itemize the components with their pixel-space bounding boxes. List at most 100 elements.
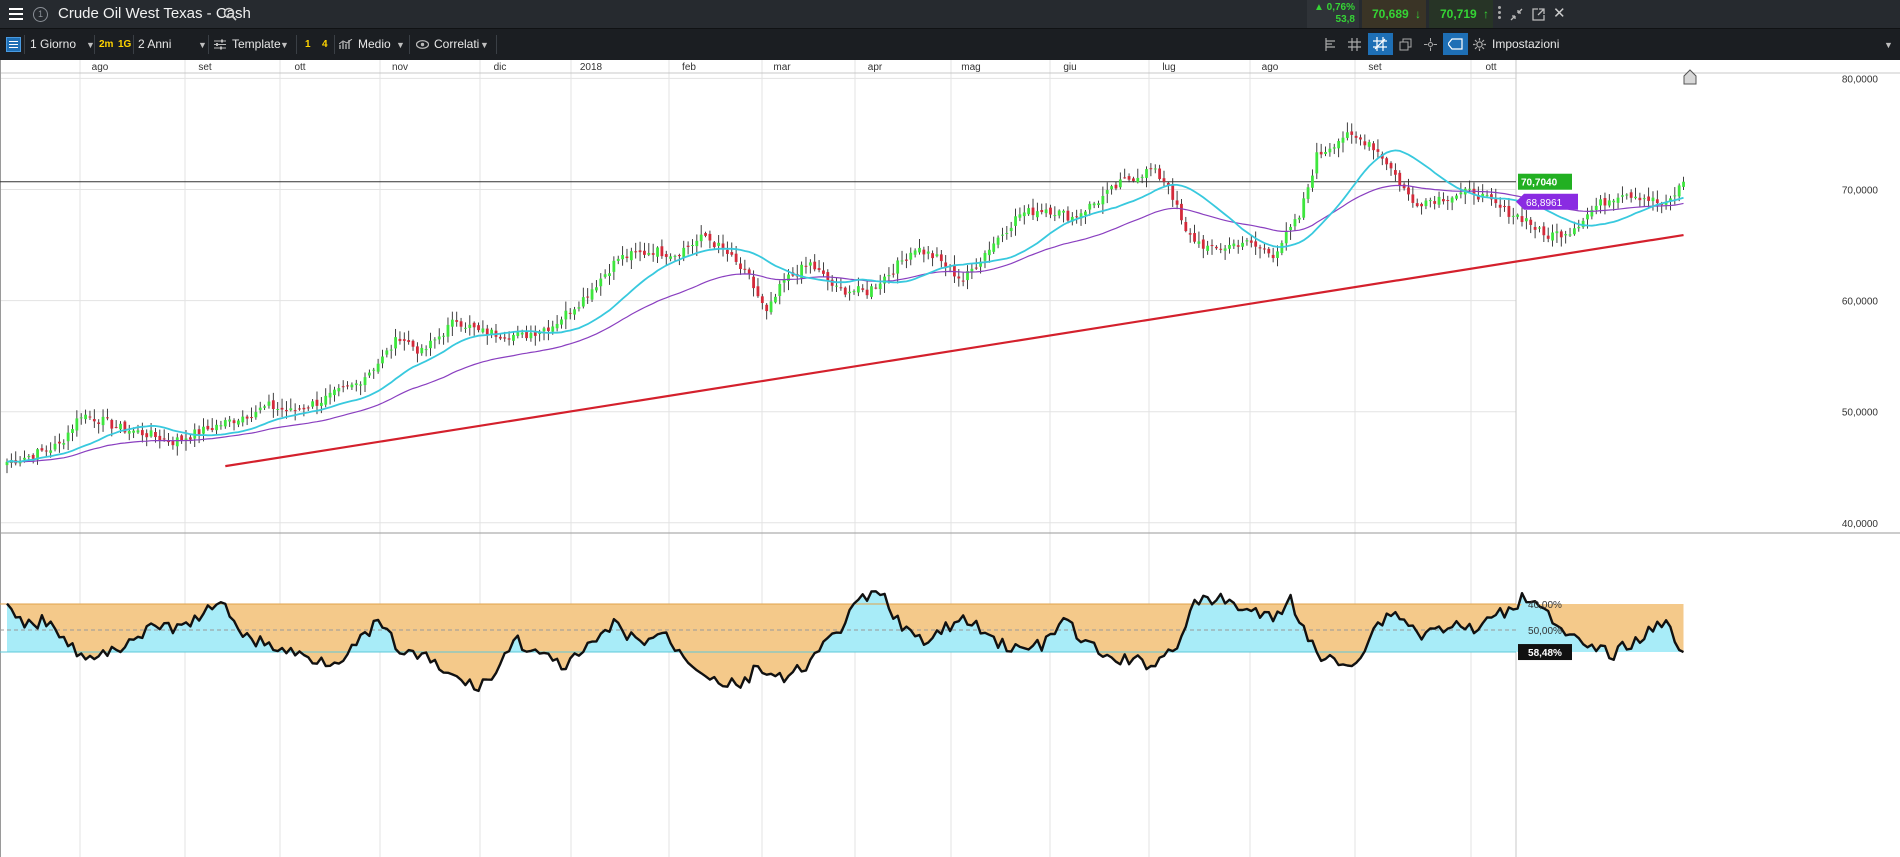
more-options-icon[interactable] [1498,5,1502,23]
candle [1219,243,1223,254]
template-select[interactable]: Template ▼ [214,29,294,60]
candle-body [258,407,262,411]
candle [219,420,223,430]
buy-price-button[interactable]: 70,719 ↑ [1429,0,1493,28]
candle-body [861,288,865,290]
candle-body [154,432,157,438]
candle [354,379,358,392]
candle [1621,186,1624,203]
candle [1049,204,1052,219]
candle-body [372,369,376,371]
range-select[interactable]: 2 Anni ▼ [138,29,207,60]
candle [1302,192,1306,220]
candle [1114,181,1118,191]
candle-body [1035,211,1039,218]
candle [1463,187,1467,205]
close-icon[interactable]: ✕ [1553,0,1566,28]
candle [1655,190,1659,212]
candle-body [1559,231,1563,238]
candle [241,410,245,427]
candle-body [1114,184,1118,189]
chevron-down-icon[interactable]: ▼ [1884,40,1893,50]
candle-body [1219,248,1223,250]
layout-4-button[interactable]: 4 [322,29,328,60]
duplicate-icon[interactable] [1399,38,1412,51]
candle-body [1337,140,1341,149]
chart-type-icon[interactable] [1324,38,1336,51]
candle-body [1018,214,1022,218]
sell-price-button[interactable]: 70,689 ↓ [1362,0,1426,28]
candle [987,241,991,263]
price-panel [0,122,1685,474]
chart-area[interactable]: 58,48% 50,00% 40,00% 80,0000 70,0000 60,0000… [0,60,1900,857]
candle-body [1254,241,1258,247]
correlated-select[interactable]: Correlati ▼ [416,29,494,60]
candle-body [651,253,655,255]
gear-icon[interactable] [1473,38,1486,51]
candle [236,418,240,428]
candle-body [699,234,703,242]
candle [1193,224,1196,244]
candle [861,284,865,293]
indicator-select[interactable]: Medio ▼ [339,29,407,60]
info-circle-icon[interactable]: 1 [33,7,48,22]
candle-body [459,321,463,327]
candle-body [643,250,646,255]
candle-body [1180,203,1183,221]
candle-body [1411,194,1415,203]
candle-body [503,337,507,339]
candle [346,381,349,390]
candle-body [1153,168,1157,170]
candle [490,327,494,339]
grid-icon[interactable] [1348,38,1361,51]
tag-tool-button[interactable] [1443,33,1468,55]
candle-body [1651,197,1655,202]
candle-body [870,286,873,297]
candle-body [171,440,175,446]
candle [660,239,664,259]
timeframe-select[interactable]: 1 Giorno ▼ [30,29,95,60]
quick-timeframe-2m[interactable]: 2m [99,29,113,60]
candle [822,262,825,278]
candle-body [1136,177,1140,183]
candle-body [1210,245,1214,247]
candle-body [1062,210,1065,213]
candle-body [398,338,402,342]
quick-timeframe-1g[interactable]: 1G [118,29,131,60]
candle-body [84,414,87,420]
search-icon[interactable] [223,7,237,21]
candle [843,286,847,298]
pointer-tool-icon[interactable] [1424,38,1437,51]
candle-body [411,340,415,347]
candle-body [957,276,961,279]
candle [621,246,625,266]
candle-body [1332,147,1336,149]
candle-body [581,297,585,307]
candle-body [551,326,555,332]
candle-body [1241,242,1244,247]
candle-body [285,409,288,412]
collapse-icon[interactable] [1510,8,1523,21]
popout-icon[interactable] [1532,8,1545,21]
candle [450,311,454,336]
chart-list-icon[interactable] [6,37,21,52]
candle-body [516,332,520,336]
layout-1-button[interactable]: 1 [305,29,311,60]
candle [1415,198,1419,208]
candle [922,246,926,263]
candle-body [616,258,620,262]
instrument-title[interactable]: Crude Oil West Texas - Cash [58,0,251,28]
crosshair-tool-button[interactable] [1368,33,1393,55]
candle [1057,209,1061,219]
candle [1206,240,1210,255]
candle-body [1354,135,1358,138]
candle [1577,219,1581,232]
candle-body [1485,195,1489,197]
hamburger-menu-icon[interactable] [9,7,23,21]
candle [1297,215,1301,224]
alert-marker-icon [1683,69,1697,85]
time-tick-label: ott [294,62,305,73]
candle [446,317,450,343]
candle-body [175,437,179,447]
settings-button[interactable]: Impostazioni [1492,29,1559,60]
